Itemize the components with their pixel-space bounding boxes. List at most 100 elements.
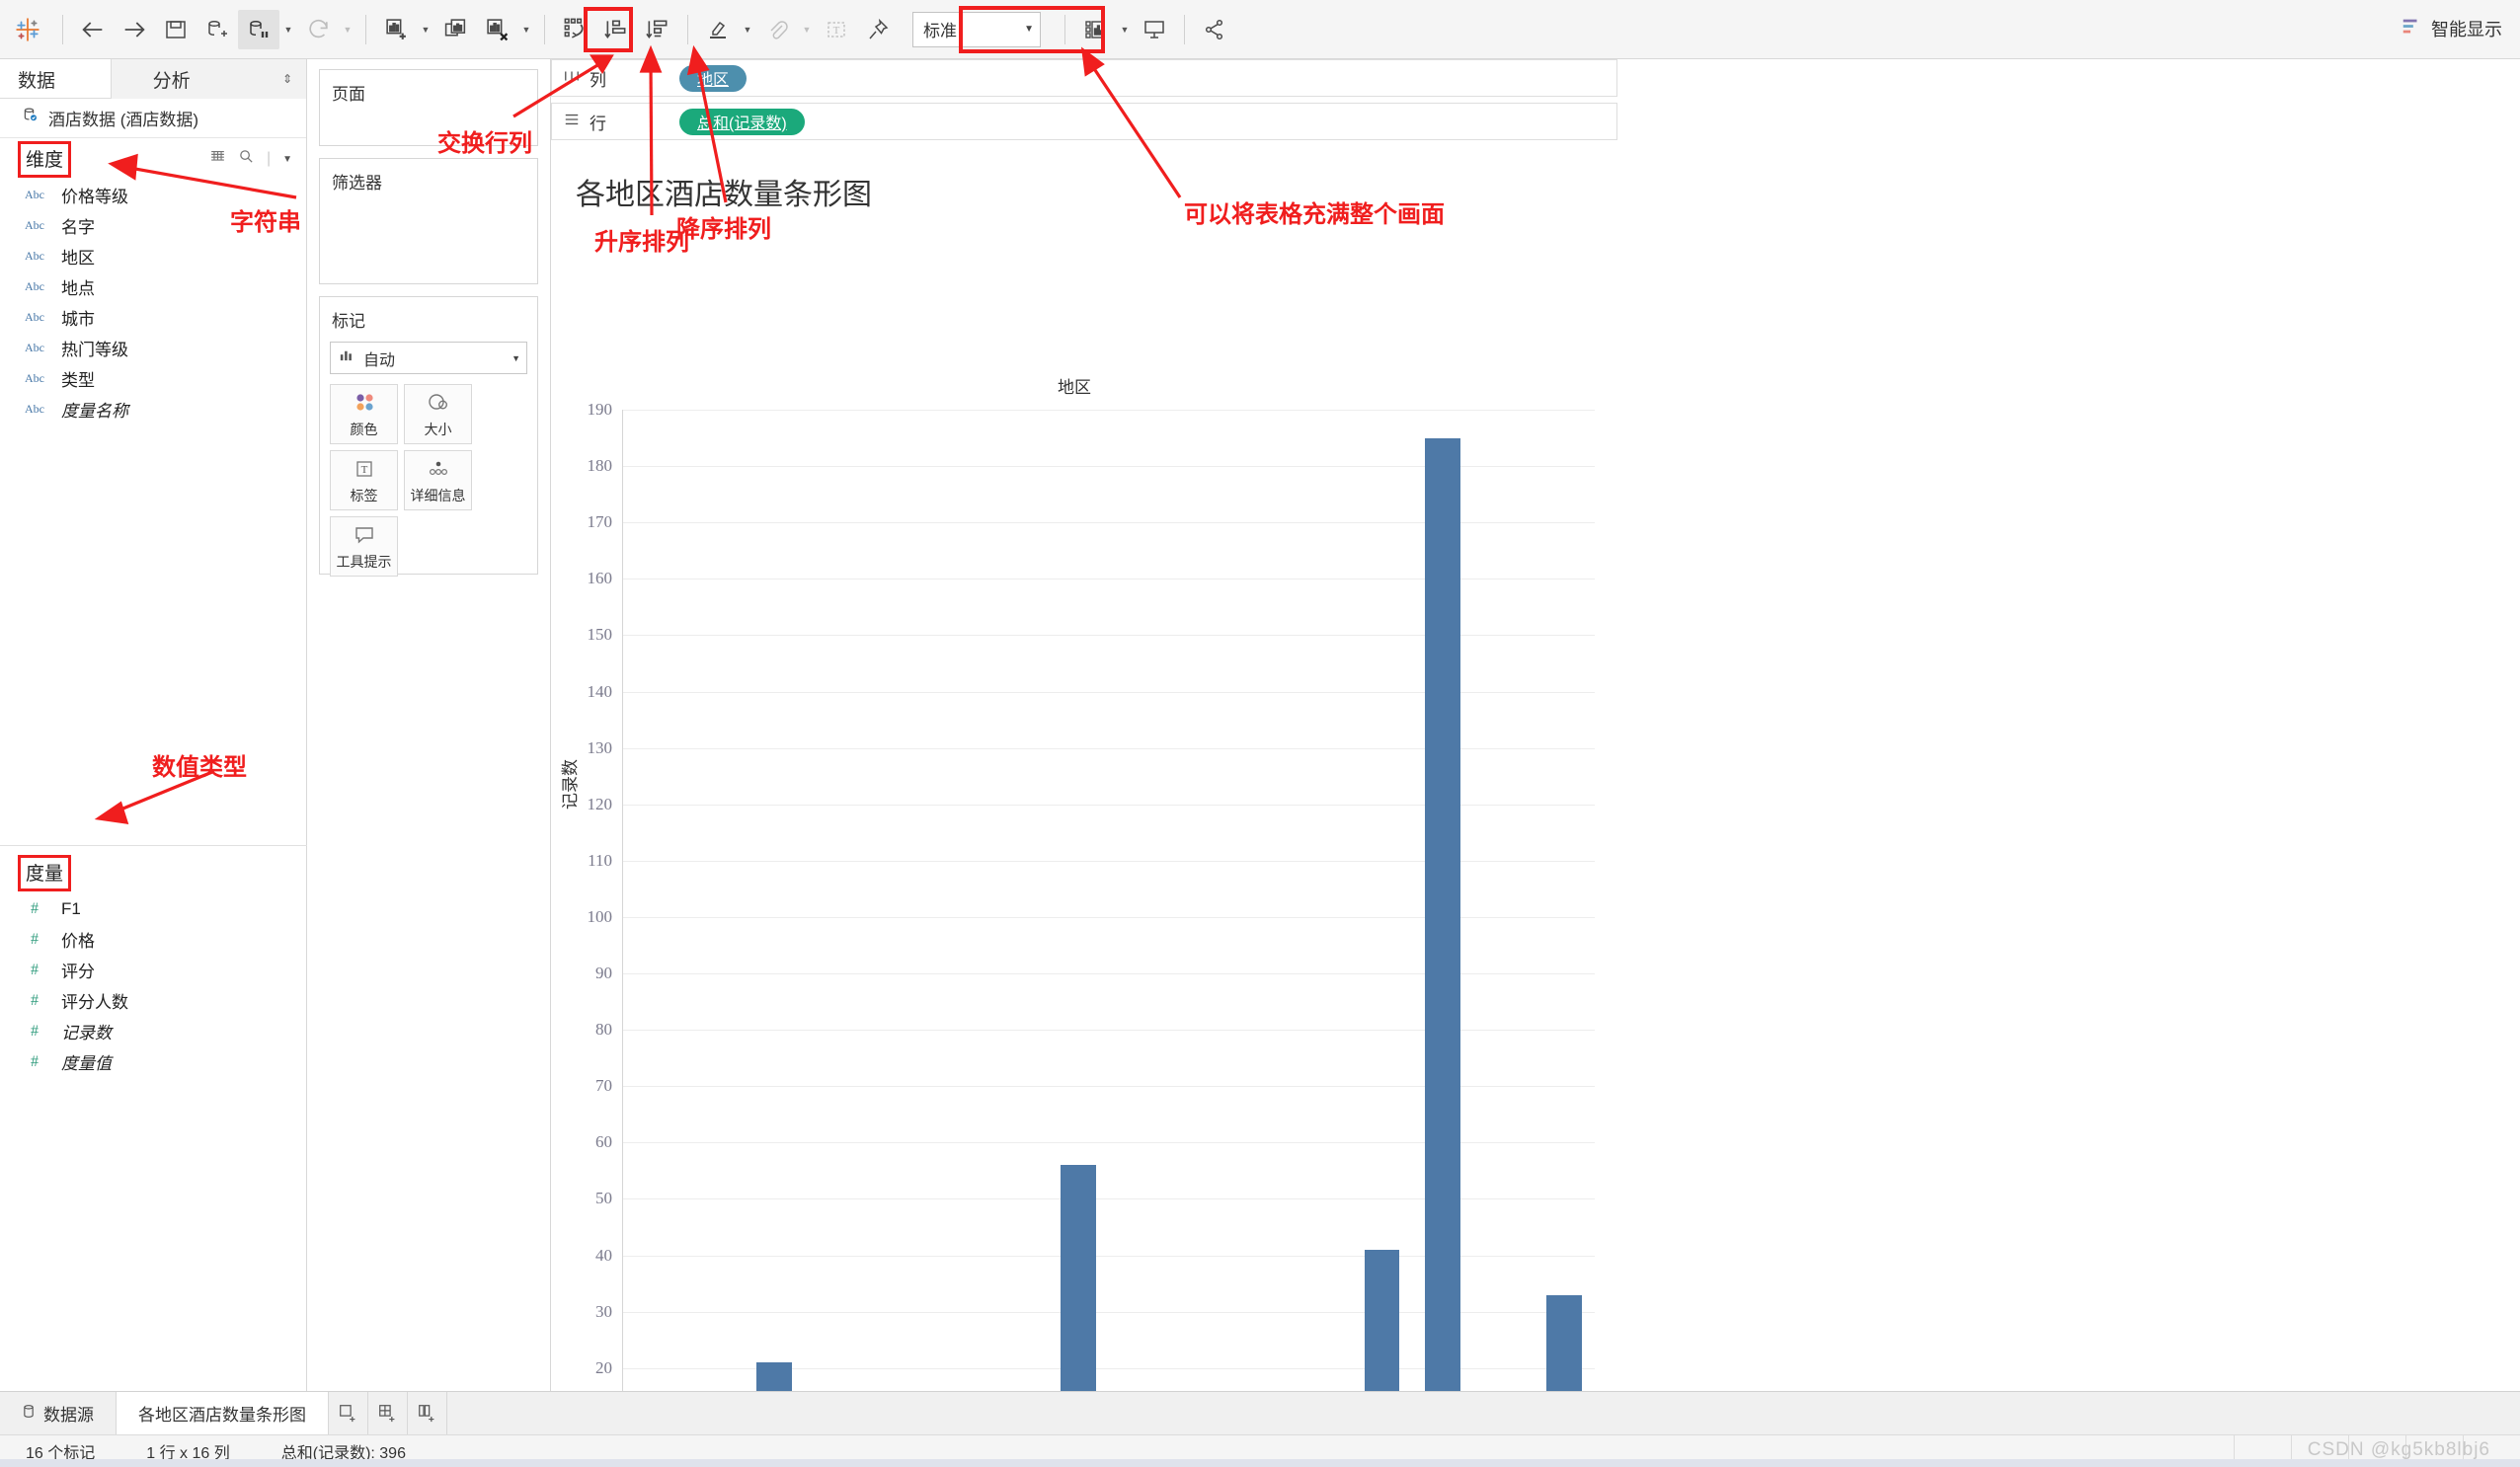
y-tick-label-50: 50 <box>595 1189 612 1208</box>
back-button[interactable] <box>72 10 114 49</box>
measure-field-1[interactable]: # 价格 <box>0 924 307 955</box>
swap-rows-cols-note: 交换行列 <box>437 130 532 157</box>
dimension-field-label: 名字 <box>61 218 95 237</box>
dimensions-chevron-down-icon[interactable]: ▼ <box>282 154 292 165</box>
search-icon[interactable] <box>238 148 255 170</box>
bars-container <box>622 410 1595 1467</box>
marks-type-select[interactable]: 自动 ▼ <box>330 342 527 374</box>
columns-shelf-label: 列 <box>552 66 675 91</box>
pill-rows-sum-records[interactable]: 总和(记录数) <box>679 108 805 135</box>
bar[interactable] <box>1425 437 1460 1467</box>
rows-shelf-label: 行 <box>552 110 675 134</box>
show-me-button[interactable]: 智能显示 <box>2401 10 2502 47</box>
fit-select-chevron-down-icon[interactable]: ▼ <box>1024 24 1034 35</box>
clear-sheet-button[interactable] <box>476 10 517 49</box>
y-tick-label-40: 40 <box>595 1245 612 1265</box>
column-field-header[interactable]: 地区 <box>551 373 1598 398</box>
filters-card[interactable]: 筛选器 <box>319 158 538 284</box>
measures-list: # F1 # 价格 # 评分 # 评分人数 # 记录数 # 度量值 <box>0 893 307 1077</box>
swap-rows-columns-button[interactable] <box>554 10 595 49</box>
columns-label-text: 列 <box>590 70 606 90</box>
new-worksheet-tab-button[interactable] <box>329 1392 368 1434</box>
add-datasource-button[interactable] <box>197 10 238 49</box>
plot-area: 0102030405060708090100110120130140150160… <box>588 400 1595 1467</box>
svg-text:T: T <box>360 464 367 476</box>
measure-field-5[interactable]: # 度量值 <box>0 1046 307 1077</box>
new-dashboard-tab-button[interactable] <box>368 1392 408 1434</box>
paperclip-button[interactable] <box>756 10 798 49</box>
tab-datasource[interactable]: 数据源 <box>0 1392 117 1434</box>
y-tick-label-180: 180 <box>587 456 613 476</box>
pill-columns-region[interactable]: 地区 <box>679 64 748 92</box>
measure-field-3[interactable]: # 评分人数 <box>0 985 307 1016</box>
tooltip-icon <box>352 521 377 549</box>
grid-icon[interactable] <box>209 148 226 170</box>
marks-label-button[interactable]: T 标签 <box>330 450 398 510</box>
marks-card: 标记 自动 ▼ 颜色 大小 T 标签 详细信息 工具提示 <box>319 296 538 577</box>
marks-size-button[interactable]: 大小 <box>404 384 472 444</box>
toolbar-divider-5 <box>1064 14 1065 44</box>
measure-field-label: 记录数 <box>61 1024 112 1042</box>
marks-tooltip-button[interactable]: 工具提示 <box>330 516 398 577</box>
data-pane: 数据 分析 ⇕ 酒店数据 (酒店数据) 维度 | ▼ Abc 价格等级 Abc … <box>0 59 307 1391</box>
marks-type-chevron-down-icon[interactable]: ▼ <box>512 353 520 363</box>
sort-descending-button[interactable] <box>637 10 678 49</box>
top-toolbar: ▼ ▼ ▼ ▼ ▼ ▼ T 标准 ▼ ▼ 智能显示 <box>0 0 2520 59</box>
taskbar <box>0 1459 2520 1467</box>
dimensions-header: 维度 | ▼ <box>0 138 306 180</box>
bar-cell <box>744 410 805 1467</box>
dimension-field-3[interactable]: Abc 地点 <box>0 271 306 302</box>
y-axis-title[interactable]: 记录数 <box>556 759 581 810</box>
pause-updates-chevron-down-icon[interactable]: ▼ <box>279 10 297 49</box>
new-worksheet-chevron-down-icon[interactable]: ▼ <box>417 10 434 49</box>
save-button[interactable] <box>155 10 197 49</box>
pin-button[interactable] <box>857 10 899 49</box>
refresh-button[interactable] <box>297 10 339 49</box>
measure-field-2[interactable]: # 评分 <box>0 955 307 985</box>
tableau-logo-icon[interactable] <box>8 10 47 49</box>
tab-data[interactable]: 数据 <box>0 59 111 99</box>
marks-color-button[interactable]: 颜色 <box>330 384 398 444</box>
new-worksheet-button[interactable] <box>375 10 417 49</box>
measures-header: 度量 <box>0 852 307 893</box>
measure-field-label: 度量值 <box>61 1054 112 1073</box>
measure-field-4[interactable]: # 记录数 <box>0 1016 307 1046</box>
dimension-field-6[interactable]: Abc 类型 <box>0 363 306 394</box>
marks-tooltip-label: 工具提示 <box>336 554 392 570</box>
marks-buttons: 颜色 大小 T 标签 详细信息 工具提示 <box>320 384 537 577</box>
dimension-field-2[interactable]: Abc 地区 <box>0 241 306 271</box>
dimension-field-4[interactable]: Abc 城市 <box>0 302 306 333</box>
refresh-chevron-down-icon[interactable]: ▼ <box>339 10 356 49</box>
paperclip-chevron-down-icon[interactable]: ▼ <box>798 10 816 49</box>
share-button[interactable] <box>1194 10 1235 49</box>
highlighter-chevron-down-icon[interactable]: ▼ <box>739 10 756 49</box>
tab-sheet-bar-chart[interactable]: 各地区酒店数量条形图 <box>117 1392 329 1434</box>
dimension-field-5[interactable]: Abc 热门等级 <box>0 333 306 363</box>
datasource-item[interactable]: 酒店数据 (酒店数据) <box>0 99 306 138</box>
columns-shelf[interactable]: 列 地区 <box>551 59 1617 97</box>
pause-updates-button[interactable] <box>238 9 279 49</box>
resize-handle-icon[interactable]: ⇕ <box>282 72 292 86</box>
duplicate-sheet-button[interactable] <box>434 10 476 49</box>
marks-detail-button[interactable]: 详细信息 <box>404 450 472 510</box>
show-hide-cards-chevron-down-icon[interactable]: ▼ <box>1116 10 1134 49</box>
clear-sheet-chevron-down-icon[interactable]: ▼ <box>517 10 535 49</box>
dimension-field-7[interactable]: Abc 度量名称 <box>0 394 306 425</box>
presentation-mode-button[interactable] <box>1134 10 1175 49</box>
dimensions-title: 维度 <box>18 140 72 178</box>
fit-select[interactable]: 标准 ▼ <box>912 11 1041 47</box>
sort-ascending-button[interactable] <box>595 10 637 49</box>
tab-analysis[interactable]: 分析 ⇕ <box>110 59 306 99</box>
highlighter-button[interactable] <box>697 10 739 49</box>
measure-field-0[interactable]: # F1 <box>0 893 307 924</box>
bar-cell <box>926 410 987 1467</box>
toolbar-divider-4 <box>687 14 688 44</box>
forward-button[interactable] <box>114 10 155 49</box>
rows-shelf[interactable]: 行 总和(记录数) <box>551 103 1617 140</box>
new-story-tab-button[interactable] <box>408 1392 447 1434</box>
text-label-button[interactable]: T <box>816 10 857 49</box>
y-axis-line <box>622 410 623 1467</box>
marks-color-label: 颜色 <box>350 422 378 437</box>
show-hide-cards-button[interactable] <box>1074 10 1116 49</box>
dimension-field-label: 度量名称 <box>61 402 128 421</box>
